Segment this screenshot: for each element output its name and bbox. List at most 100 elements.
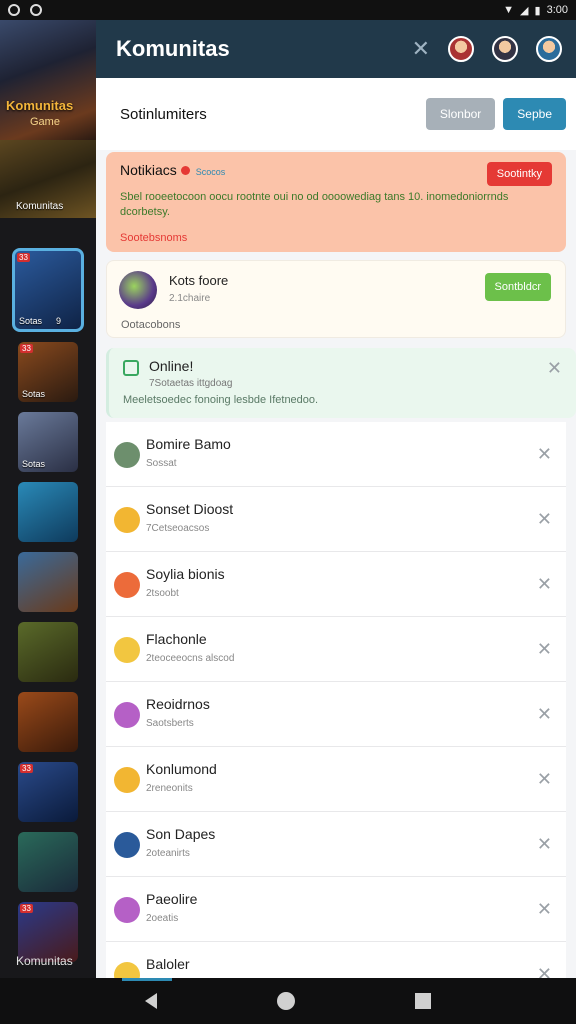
rail-game-tile[interactable]: Sotas — [18, 412, 78, 472]
invite-name: Kots foore — [169, 273, 229, 288]
online-sub: 7Sotaetas ittgdoag — [149, 378, 233, 389]
alert-dot-icon — [180, 165, 190, 175]
hero-banner[interactable]: Komunitas Game — [0, 20, 96, 140]
main-panel: Komunitas ✕ Sotinlumiters Slonbor Sepbe … — [96, 20, 576, 978]
nav-indicator — [122, 978, 172, 981]
primary-button[interactable]: Sepbe — [503, 98, 566, 130]
member-status: 2teoceeocns alscod — [146, 653, 235, 664]
close-icon[interactable]: ✕ — [537, 509, 552, 530]
notice-footer[interactable]: Sootebsnoms — [120, 232, 552, 244]
hero2-label: Komunitas — [16, 201, 64, 212]
app-header: Komunitas ✕ — [96, 20, 576, 78]
rail-game-badge: 33 — [17, 253, 30, 262]
close-icon[interactable]: ✕ — [537, 834, 552, 855]
member-name: Son Dapes — [146, 826, 216, 842]
list-item[interactable]: Flachonle 2teoceeocns alscod ✕ — [106, 617, 566, 682]
rail-game-tile[interactable]: 33 — [18, 902, 78, 962]
member-icon — [114, 572, 140, 598]
recent-apps-icon[interactable] — [415, 993, 431, 1009]
rail-game-count: 9 — [56, 316, 62, 326]
member-name: Flachonle — [146, 631, 207, 647]
list-item[interactable]: Baloler 2oearaabmos ✕ — [106, 942, 566, 978]
game-rail: Komunitas Game Komunitas 33 Sotas 9 33 Sotas… — [0, 20, 96, 978]
rail-game-label: Sotas — [22, 459, 59, 469]
back-icon[interactable] — [145, 993, 157, 1009]
avatar[interactable] — [492, 36, 518, 62]
member-icon — [114, 507, 140, 533]
rail-game-badge: 33 — [20, 904, 33, 913]
secondary-button[interactable]: Slonbor — [425, 98, 496, 130]
online-card: Online! 7Sotaetas ittgdoag Meeletsoedec … — [106, 348, 576, 418]
rail-game-name: Sotas — [22, 459, 46, 469]
home-icon[interactable] — [277, 992, 295, 1010]
member-status: 2oeatis — [146, 913, 179, 924]
tools-icon[interactable]: ✕ — [412, 36, 430, 62]
close-icon[interactable]: ✕ — [537, 574, 552, 595]
member-icon — [114, 767, 140, 793]
rail-game-tile[interactable]: 33 — [18, 762, 78, 822]
close-icon[interactable]: ✕ — [547, 358, 562, 379]
list-item[interactable]: Bomire Bamo Sossat ✕ — [106, 422, 566, 487]
invite-card: Kots foore 2.1chaire Sontbldcr Ootacobon… — [106, 260, 566, 338]
app-icon — [30, 4, 42, 16]
close-icon[interactable]: ✕ — [537, 639, 552, 660]
invite-footer: Ootacobons — [121, 319, 181, 331]
checkbox-icon[interactable] — [123, 360, 139, 376]
member-name: Bomire Bamo — [146, 436, 231, 452]
rail-game-tile[interactable] — [18, 482, 78, 542]
avatar — [119, 271, 157, 309]
hero-subtitle: Game — [30, 116, 60, 128]
avatar[interactable] — [448, 36, 474, 62]
member-icon — [114, 637, 140, 663]
rail-game-tile[interactable] — [18, 552, 78, 612]
rail-game-badge: 33 — [20, 344, 33, 353]
member-name: Reoidrnos — [146, 696, 210, 712]
invite-action-button[interactable]: Sontbldcr — [484, 273, 551, 301]
member-name: Paeolire — [146, 891, 198, 907]
rail-game-tile[interactable]: 33 Sotas 9 — [12, 248, 84, 332]
rail-game-tile[interactable] — [18, 692, 78, 752]
rail-bottom-label: Komunitas — [16, 954, 73, 968]
rail-game-tile[interactable] — [18, 832, 78, 892]
close-icon[interactable]: ✕ — [537, 769, 552, 790]
avatar[interactable] — [536, 36, 562, 62]
online-body: Meeletsoedec fonoing lesbde Ifetnedoo. — [123, 394, 319, 406]
member-icon — [114, 442, 140, 468]
member-status: 7Cetseoacsos — [146, 523, 210, 534]
member-name: Sonset Dioost — [146, 501, 234, 517]
rail-game-tile[interactable] — [18, 622, 78, 682]
list-item[interactable]: Soylia bionis 2tsoobt ✕ — [106, 552, 566, 617]
member-name: Soylia bionis — [146, 566, 225, 582]
rail-game-tile[interactable]: 33 Sotas — [18, 342, 78, 402]
notice-title: Notikiacs — [120, 162, 177, 178]
invite-sub: 2.1chaire — [169, 293, 211, 304]
close-icon[interactable]: ✕ — [537, 964, 552, 978]
rail-game-badge: 33 — [20, 764, 33, 773]
notice-action-button[interactable]: Sootintky — [486, 162, 552, 186]
system-nav-bar — [0, 978, 576, 1024]
rail-game-name: Sotas — [22, 389, 46, 399]
rail-game-label: Sotas 9 — [19, 316, 61, 326]
list-item[interactable]: Reoidrnos Saotsberts ✕ — [106, 682, 566, 747]
notification-card: Notikiacs Scocos Sbel rooeetocoon oocu r… — [106, 152, 566, 252]
member-status: 2reneonits — [146, 783, 193, 794]
close-icon[interactable]: ✕ — [537, 704, 552, 725]
online-title: Online! — [149, 358, 194, 374]
member-name: Baloler — [146, 956, 190, 972]
list-item[interactable]: Son Dapes 2oteanirts ✕ — [106, 812, 566, 877]
member-status: Sossat — [146, 458, 177, 469]
wifi-icon: ▼ — [503, 4, 515, 16]
hero-banner-secondary[interactable]: Komunitas — [0, 140, 96, 218]
list-item[interactable]: Sonset Dioost 7Cetseoacsos ✕ — [106, 487, 566, 552]
clock: 3:00 — [546, 4, 568, 16]
list-item[interactable]: Paeolire 2oeatis ✕ — [106, 877, 566, 942]
rail-game-name: Sotas — [19, 316, 43, 326]
member-icon — [114, 702, 140, 728]
close-icon[interactable]: ✕ — [537, 899, 552, 920]
list-item[interactable]: Konlumond 2reneonits ✕ — [106, 747, 566, 812]
notification-icon — [8, 4, 20, 16]
signal-icon: ◢ — [520, 4, 529, 17]
hero-title: Komunitas — [6, 98, 74, 113]
member-status: 2oteanirts — [146, 848, 190, 859]
close-icon[interactable]: ✕ — [537, 444, 552, 465]
